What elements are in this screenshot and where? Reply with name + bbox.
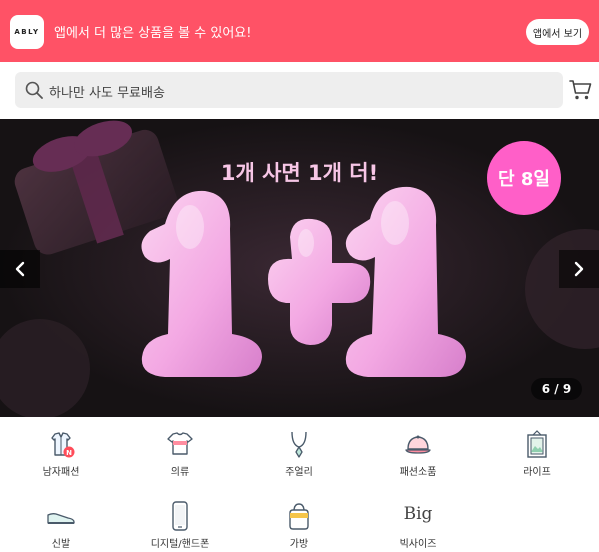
category-label: 주얼리 (285, 467, 313, 478)
chevron-right-icon (574, 261, 584, 277)
open-app-button[interactable]: 앱에서 보기 (526, 19, 589, 45)
big-size-icon-text: Big (403, 504, 433, 524)
category-label: 신발 (51, 539, 71, 550)
category-accessories[interactable]: 패션소품 (359, 417, 477, 478)
category-bags[interactable]: 가방 (240, 489, 358, 550)
category-digital[interactable]: 디지털/핸드폰 (121, 489, 239, 550)
category-life[interactable]: 라이프 (478, 417, 596, 478)
phone-icon (172, 501, 188, 531)
necklace-icon (291, 431, 307, 458)
cart-icon[interactable] (569, 78, 593, 102)
category-big-size[interactable]: Big 빅사이즈 (359, 489, 477, 550)
category-label: 패션소품 (399, 467, 437, 478)
app-banner-message: 앱에서 더 많은 상품을 볼 수 있어요! (54, 26, 252, 41)
category-shoes[interactable]: 신발 (2, 489, 120, 550)
bag-icon (289, 503, 309, 530)
cap-icon (405, 435, 431, 454)
category-mens-fashion[interactable]: N 남자패션 (2, 417, 120, 478)
category-label: 빅사이즈 (399, 539, 437, 550)
category-label: 라이프 (523, 467, 551, 478)
category-label: 의류 (170, 467, 190, 478)
search-icon (25, 81, 43, 99)
category-grid: N 남자패션 의류 주얼리 패션소품 라이프 신발 디지털/핸드폰 가방 Big… (0, 417, 599, 552)
carousel-prev-button[interactable] (0, 250, 40, 288)
picture-frame-icon (527, 430, 547, 458)
category-label: 디지털/핸드폰 (150, 539, 210, 550)
carousel-next-button[interactable] (559, 250, 599, 288)
new-badge: N (66, 449, 72, 457)
category-label: 가방 (289, 539, 309, 550)
category-label: 남자패션 (42, 467, 80, 478)
hero-banner[interactable]: 1개 사면 1개 더! 단 8일 6 / 9 (0, 119, 599, 417)
app-logo: ABLY (10, 15, 44, 49)
shoe-icon (47, 513, 75, 524)
app-install-banner: ABLY 앱에서 더 많은 상품을 볼 수 있어요! 앱에서 보기 (0, 0, 599, 62)
chevron-left-icon (15, 261, 25, 277)
big-size-icon: Big (403, 501, 433, 531)
carousel-counter: 6 / 9 (531, 378, 582, 400)
hero-days-badge: 단 8일 (487, 141, 561, 215)
category-jewelry[interactable]: 주얼리 (240, 417, 358, 478)
shirt-icon: N (51, 432, 75, 458)
search-input[interactable]: 하나만 사도 무료배송 (15, 72, 563, 108)
search-placeholder: 하나만 사도 무료배송 (49, 86, 165, 101)
tshirt-icon (167, 432, 193, 455)
category-clothing[interactable]: 의류 (121, 417, 239, 478)
